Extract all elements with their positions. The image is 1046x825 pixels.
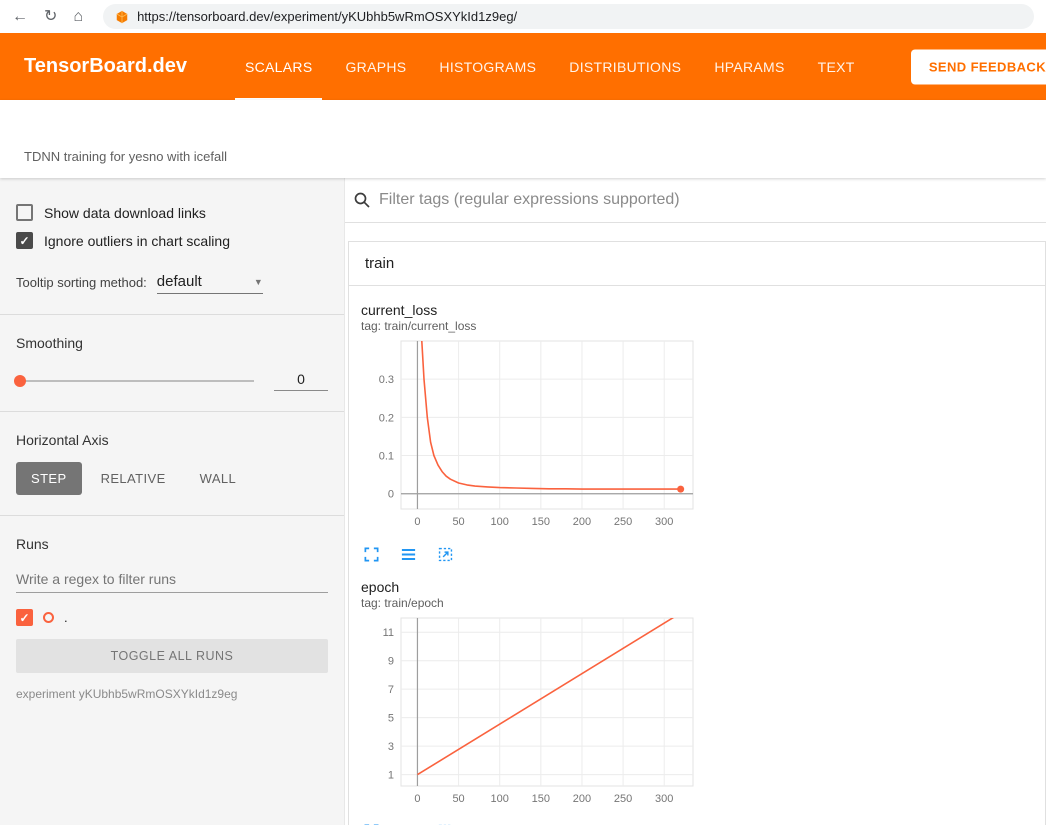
- svg-text:1: 1: [388, 770, 394, 782]
- tag-filter-input[interactable]: [379, 191, 1036, 209]
- experiment-strip: TDNN training for yesno with icefall: [0, 100, 1046, 178]
- svg-text:9: 9: [388, 656, 394, 668]
- chart-title: epoch: [361, 579, 697, 595]
- svg-text:300: 300: [655, 516, 673, 528]
- svg-text:250: 250: [614, 793, 632, 805]
- tooltip-sorting-dropdown[interactable]: default ▼: [157, 273, 263, 294]
- chart-tag: tag: train/epoch: [361, 596, 697, 610]
- back-icon[interactable]: ←: [12, 9, 28, 25]
- svg-text:5: 5: [388, 713, 394, 725]
- app-header: TensorBoard.dev SCALARSGRAPHSHISTOGRAMSD…: [0, 33, 1046, 100]
- tab-scalars[interactable]: SCALARS: [235, 33, 322, 100]
- home-icon[interactable]: ⌂: [73, 9, 83, 25]
- run-color-swatch: [43, 612, 54, 623]
- svg-text:0.2: 0.2: [379, 412, 394, 424]
- tab-distributions[interactable]: DISTRIBUTIONS: [559, 33, 691, 100]
- tooltip-sorting-row: Tooltip sorting method: default ▼: [16, 273, 328, 294]
- smoothing-label: Smoothing: [16, 335, 328, 351]
- app-brand: TensorBoard.dev: [24, 55, 187, 78]
- experiment-title: TDNN training for yesno with icefall: [24, 149, 227, 164]
- toggle-all-runs-button[interactable]: TOGGLE ALL RUNS: [16, 639, 328, 673]
- show-download-links-row[interactable]: Show data download links: [16, 204, 328, 221]
- smoothing-slider-thumb[interactable]: [14, 375, 26, 387]
- divider: [0, 515, 344, 516]
- svg-text:3: 3: [388, 741, 394, 753]
- experiment-caption: experiment yKUbhb5wRmOSXYkId1z9eg: [16, 687, 328, 701]
- svg-text:0: 0: [414, 793, 420, 805]
- smoothing-slider[interactable]: [16, 380, 254, 382]
- divider: [0, 314, 344, 315]
- chart-title: current_loss: [361, 302, 697, 318]
- train-card: train current_losstag: train/current_los…: [348, 241, 1046, 825]
- svg-text:150: 150: [532, 793, 550, 805]
- chart-tag: tag: train/current_loss: [361, 319, 697, 333]
- tab-histograms[interactable]: HISTOGRAMS: [429, 33, 546, 100]
- browser-chrome: ← ↻ ⌂ https://tensorboard.dev/experiment…: [0, 0, 1046, 33]
- svg-text:50: 50: [452, 793, 464, 805]
- card-title[interactable]: train: [349, 242, 1045, 286]
- svg-text:11: 11: [383, 627, 394, 639]
- tooltip-sorting-value: default: [157, 273, 202, 290]
- run-label: .: [64, 610, 68, 625]
- run-checkbox[interactable]: [16, 609, 33, 626]
- main-panel: train current_losstag: train/current_los…: [345, 178, 1046, 825]
- svg-text:200: 200: [573, 516, 591, 528]
- ignore-outliers-checkbox[interactable]: [16, 232, 33, 249]
- ignore-outliers-row[interactable]: Ignore outliers in chart scaling: [16, 232, 328, 249]
- svg-text:0: 0: [388, 489, 394, 501]
- chart-canvas-current_loss[interactable]: 0 50 100 150 200 250 300 0 0.1 0.2 0.3: [361, 338, 697, 536]
- send-feedback-button[interactable]: SEND FEEDBACK: [911, 49, 1046, 84]
- chevron-down-icon: ▼: [254, 277, 263, 287]
- svg-text:0.1: 0.1: [379, 451, 394, 463]
- svg-text:0: 0: [414, 516, 420, 528]
- svg-text:150: 150: [532, 516, 550, 528]
- nav-tabs: SCALARSGRAPHSHISTOGRAMSDISTRIBUTIONSHPAR…: [235, 33, 865, 100]
- content: Show data download links Ignore outliers…: [0, 178, 1046, 825]
- svg-text:50: 50: [452, 516, 464, 528]
- fullscreen-icon[interactable]: [363, 546, 380, 563]
- axis-step-button[interactable]: STEP: [16, 462, 82, 495]
- site-favicon-icon: [115, 10, 129, 24]
- chart-toolbar: [361, 546, 697, 563]
- tab-text[interactable]: TEXT: [808, 33, 865, 100]
- address-bar[interactable]: https://tensorboard.dev/experiment/yKUbh…: [103, 4, 1034, 29]
- url-text: https://tensorboard.dev/experiment/yKUbh…: [137, 9, 517, 24]
- svg-text:7: 7: [388, 684, 394, 696]
- chart-epoch: epochtag: train/epoch 0 50 100 150 200 250 300 1…: [361, 579, 697, 825]
- show-download-checkbox[interactable]: [16, 204, 33, 221]
- settings-sidebar: Show data download links Ignore outliers…: [0, 178, 345, 825]
- search-icon: [353, 191, 371, 209]
- tab-graphs[interactable]: GRAPHS: [335, 33, 416, 100]
- show-download-label: Show data download links: [44, 205, 206, 221]
- axis-wall-button[interactable]: WALL: [185, 462, 252, 495]
- data-table-icon[interactable]: [400, 546, 417, 563]
- smoothing-value[interactable]: 0: [274, 371, 328, 391]
- svg-text:250: 250: [614, 516, 632, 528]
- chart-canvas-epoch[interactable]: 0 50 100 150 200 250 300 1 3 5 7 9 11: [361, 615, 697, 813]
- smoothing-slider-row: 0: [16, 371, 328, 391]
- svg-text:100: 100: [491, 516, 509, 528]
- axis-buttons: STEPRELATIVEWALL: [16, 462, 328, 495]
- divider: [0, 411, 344, 412]
- runs-label: Runs: [16, 536, 328, 552]
- svg-text:0.3: 0.3: [379, 374, 394, 386]
- reload-icon[interactable]: ↻: [44, 9, 57, 25]
- horizontal-axis-label: Horizontal Axis: [16, 432, 328, 448]
- svg-text:300: 300: [655, 793, 673, 805]
- chart-grid: current_losstag: train/current_loss05010…: [349, 286, 1045, 825]
- axis-relative-button[interactable]: RELATIVE: [86, 462, 181, 495]
- tag-filter-row: [345, 178, 1046, 223]
- fit-domain-icon[interactable]: [437, 546, 454, 563]
- run-row[interactable]: .: [16, 609, 328, 626]
- runs-filter-input[interactable]: [16, 566, 328, 593]
- chart-current_loss: current_losstag: train/current_loss 0 50 10…: [361, 302, 697, 563]
- ignore-outliers-label: Ignore outliers in chart scaling: [44, 233, 230, 249]
- tooltip-sorting-label: Tooltip sorting method:: [16, 275, 147, 294]
- svg-text:200: 200: [573, 793, 591, 805]
- tab-hparams[interactable]: HPARAMS: [704, 33, 794, 100]
- svg-text:100: 100: [491, 793, 509, 805]
